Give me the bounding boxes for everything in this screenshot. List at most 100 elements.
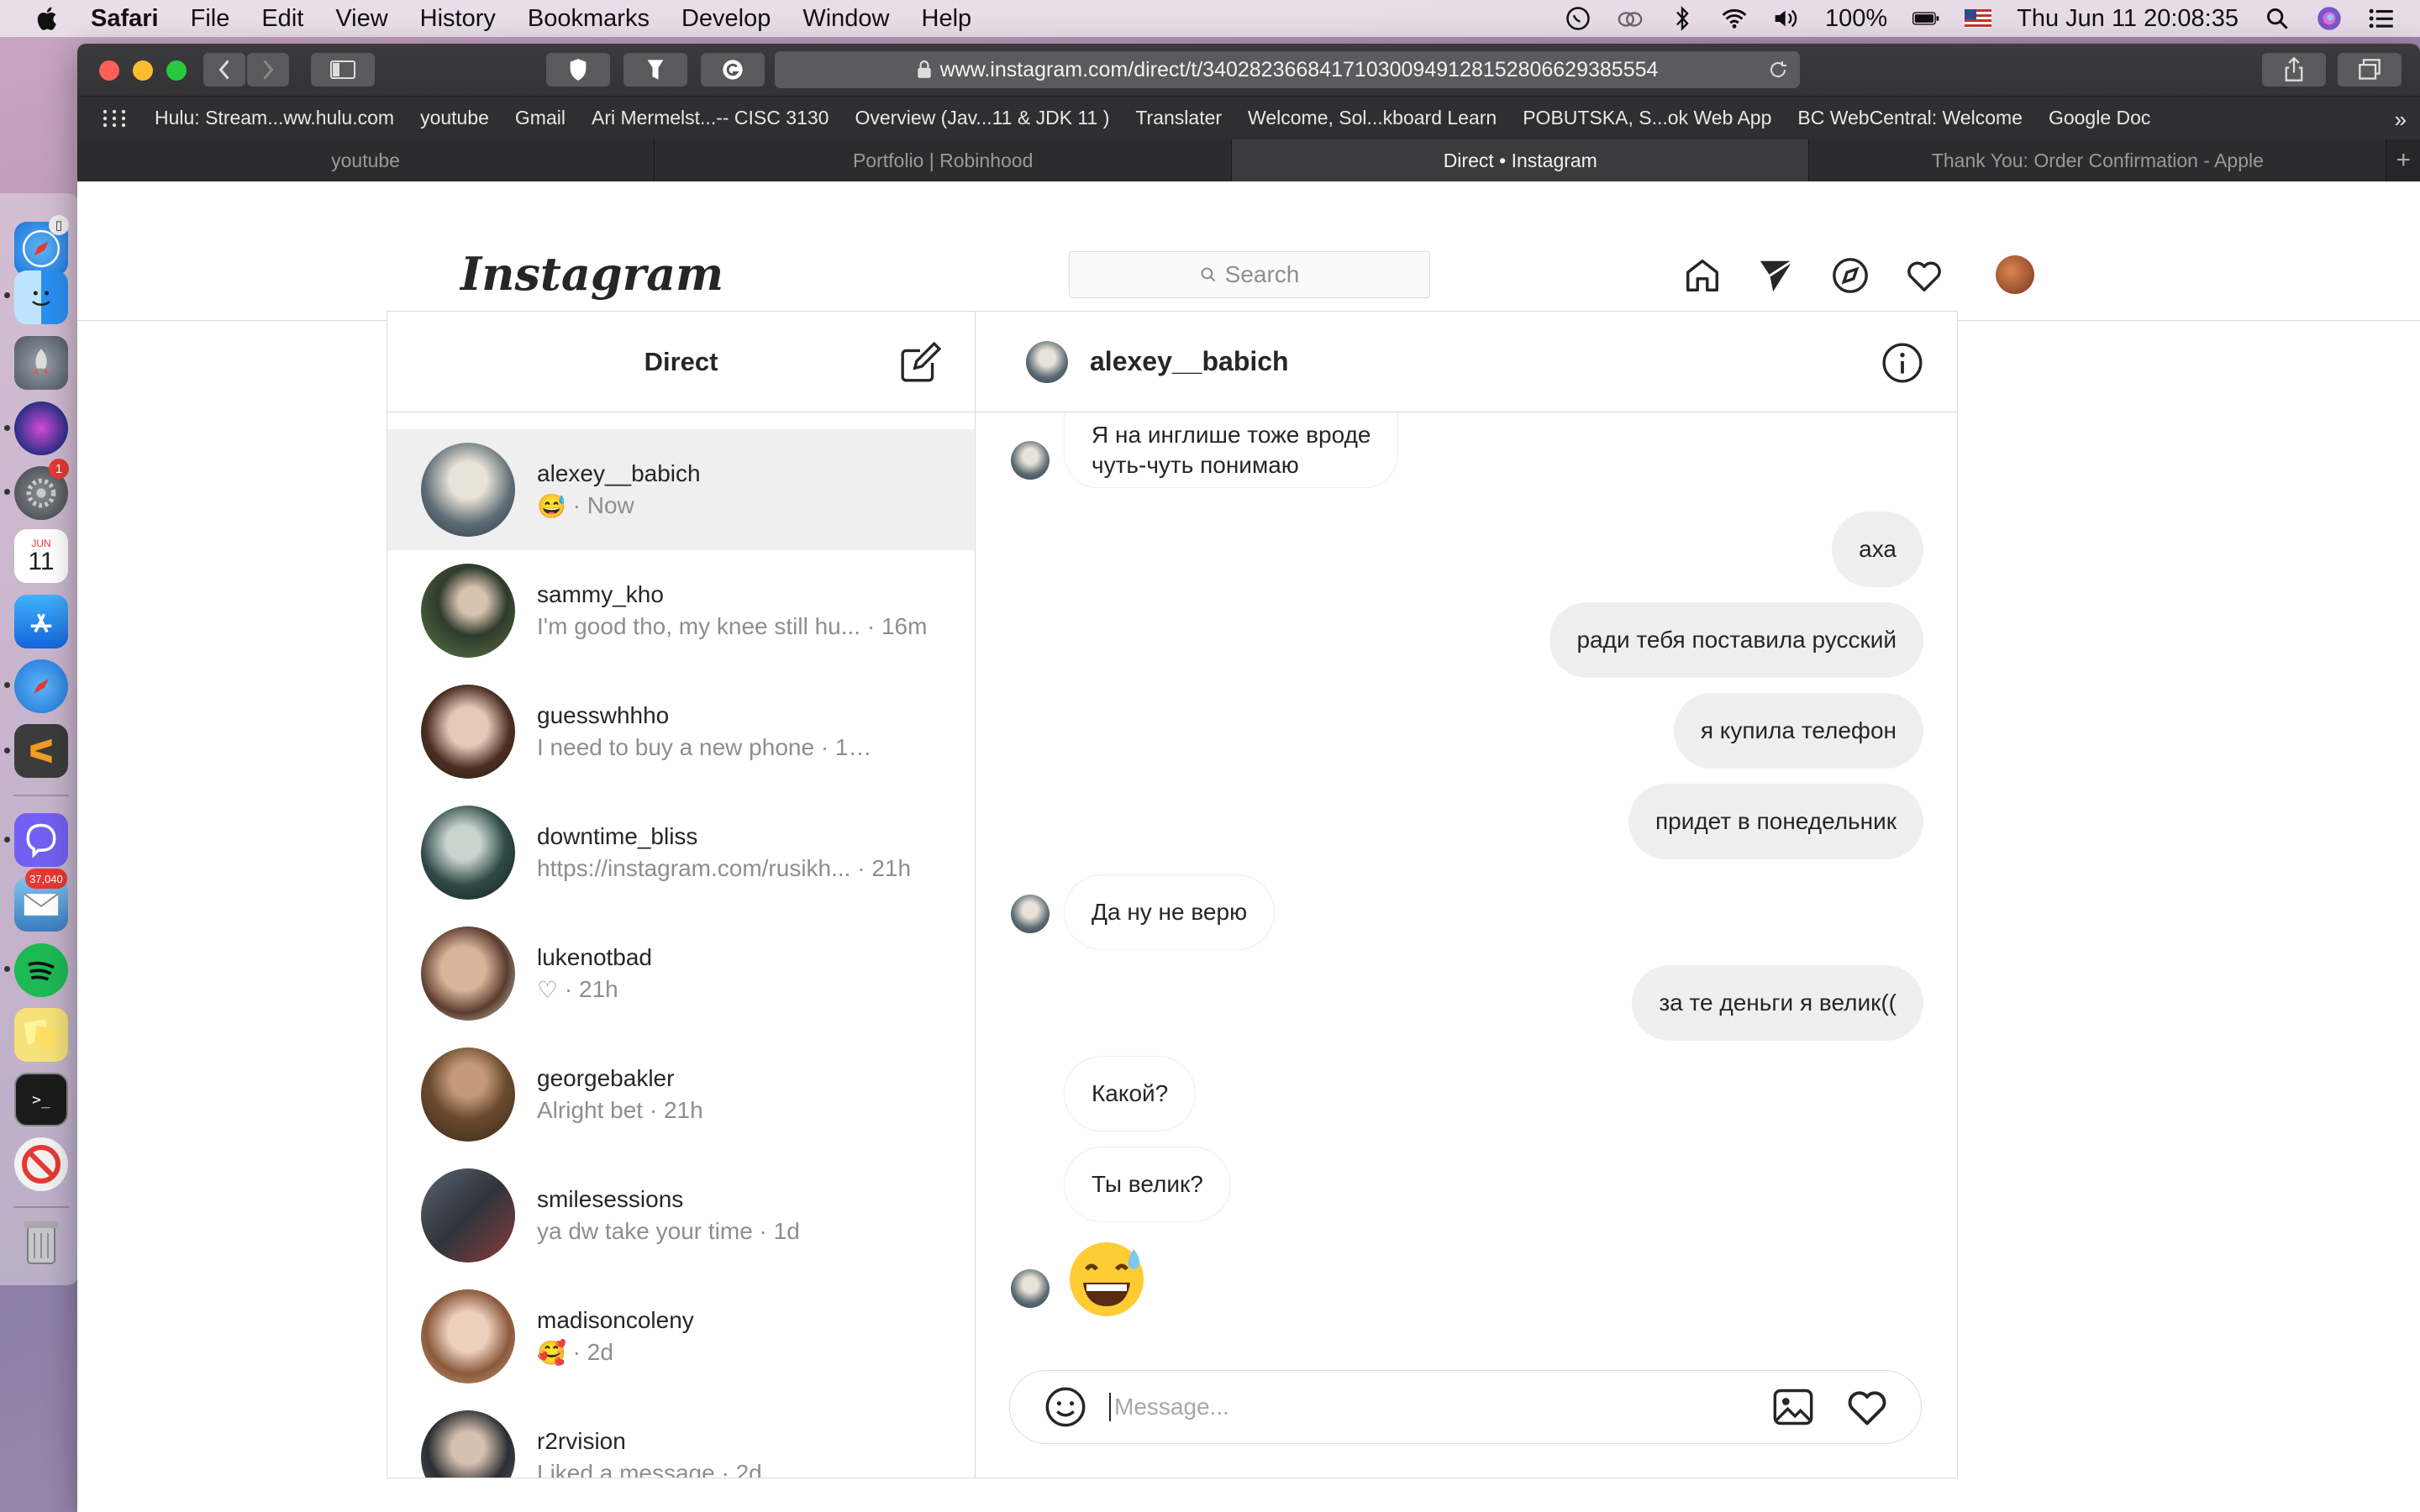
bookmark-hulu[interactable]: Hulu: Stream...ww.hulu.com <box>155 107 394 129</box>
emoji-picker-icon[interactable] <box>1044 1385 1087 1429</box>
thread-item[interactable]: georgebakler Alright bet · 21h <box>387 1034 975 1155</box>
back-button[interactable] <box>203 53 245 87</box>
bookmark-translater[interactable]: Translater <box>1135 107 1222 129</box>
message-bubble-received[interactable]: Какой? <box>1064 1056 1197 1131</box>
volume-icon[interactable] <box>1773 6 1800 31</box>
safari-compass-dock-icon[interactable] <box>14 659 68 713</box>
thread-item[interactable]: guesswhhho I need to buy a new phone · 1… <box>387 671 975 792</box>
terminal-dock-icon[interactable]: >_ <box>14 1073 68 1126</box>
sender-avatar <box>1011 441 1050 480</box>
menu-bookmarks[interactable]: Bookmarks <box>528 5 650 33</box>
creative-cloud-icon[interactable] <box>1617 6 1644 31</box>
bookmark-gmail[interactable]: Gmail <box>515 107 566 129</box>
launchpad-dock-icon[interactable] <box>14 336 68 390</box>
message-bubble-sent[interactable]: ради тебя поставила русский <box>1549 602 1923 678</box>
extension-grammarly-button[interactable] <box>701 53 765 87</box>
thread-time: · Now <box>572 492 634 518</box>
message-bubble-received[interactable]: Я на инглише тоже вроде чуть-чуть понима… <box>1064 412 1399 488</box>
no-entry-dock-icon[interactable] <box>14 1137 68 1191</box>
message-bubble-received[interactable]: Ты велик? <box>1064 1147 1231 1222</box>
bookmarks-overflow-chevron-icon[interactable]: » <box>2395 107 2407 133</box>
menu-help[interactable]: Help <box>922 5 972 33</box>
chat-username[interactable]: alexey__babich <box>1090 346 1289 377</box>
bookmark-cisc3130[interactable]: Ari Mermelst...-- CISC 3130 <box>592 107 829 129</box>
explore-compass-icon[interactable] <box>1830 255 1870 296</box>
spotlight-search-icon[interactable] <box>2264 6 2291 31</box>
thread-item[interactable]: r2rvision Liked a message · 2d <box>387 1397 975 1478</box>
sidebar-toggle-button[interactable] <box>311 53 375 87</box>
image-upload-icon[interactable] <box>1771 1385 1815 1429</box>
new-tab-plus-icon[interactable]: + <box>2386 139 2420 181</box>
reload-icon[interactable] <box>1768 60 1788 80</box>
close-window-button[interactable] <box>99 60 119 81</box>
share-button[interactable] <box>2262 53 2326 87</box>
menu-app-safari[interactable]: Safari <box>91 5 159 33</box>
tab-instagram-direct[interactable]: Direct • Instagram <box>1232 139 1810 181</box>
thread-item[interactable]: sammy_kho I'm good tho, my knee still hu… <box>387 550 975 671</box>
menu-edit[interactable]: Edit <box>261 5 303 33</box>
chat-avatar[interactable] <box>1026 340 1068 383</box>
search-input[interactable]: Search <box>1069 251 1430 298</box>
tab-apple-order[interactable]: Thank You: Order Confirmation - Apple <box>1809 139 2387 181</box>
trash-dock-icon[interactable] <box>14 1216 68 1270</box>
zoom-window-button[interactable] <box>166 60 187 81</box>
thread-item[interactable]: alexey__babich 😅 · Now <box>387 429 975 550</box>
bluetooth-icon[interactable] <box>1669 6 1696 31</box>
profile-avatar[interactable] <box>1996 255 2034 294</box>
tab-overview-button[interactable] <box>2338 53 2402 87</box>
message-bubble-sent[interactable]: аха <box>1832 512 1923 587</box>
thread-item[interactable]: smilesessions ya dw take your time · 1d <box>387 1155 975 1276</box>
apple-icon[interactable] <box>34 4 62 33</box>
menu-history[interactable]: History <box>420 5 496 33</box>
home-icon[interactable] <box>1682 255 1723 296</box>
spotify-dock-icon[interactable] <box>14 943 68 997</box>
menu-develop[interactable]: Develop <box>681 5 771 33</box>
siri-icon[interactable] <box>2316 6 2343 31</box>
menu-window[interactable]: Window <box>802 5 889 33</box>
bookmark-outlook[interactable]: POBUTSKA, S...ok Web App <box>1523 107 1771 129</box>
like-heart-icon[interactable] <box>1845 1385 1889 1429</box>
bookmark-youtube[interactable]: youtube <box>420 107 489 129</box>
menu-file[interactable]: File <box>191 5 230 33</box>
thread-item[interactable]: madisoncoleny 🥰 · 2d <box>387 1276 975 1397</box>
new-message-button[interactable] <box>899 342 941 384</box>
thread-item[interactable]: lukenotbad ♡ · 21h <box>387 913 975 1034</box>
app-store-dock-icon[interactable] <box>14 595 68 648</box>
message-bubble-received[interactable]: Да ну не верю <box>1064 874 1276 950</box>
activity-heart-icon[interactable] <box>1904 255 1944 296</box>
siri-dock-icon[interactable] <box>14 402 68 455</box>
viber-dock-icon[interactable] <box>14 813 68 867</box>
clock[interactable]: Thu Jun 11 20:08:35 <box>2017 5 2238 33</box>
tab-youtube[interactable]: youtube <box>77 139 655 181</box>
calendar-dock-icon[interactable]: JUN 11 <box>14 529 68 583</box>
message-bubble-sent[interactable]: придет в понедельник <box>1628 784 1923 859</box>
message-bubble-sent[interactable]: я купила телефон <box>1673 693 1923 769</box>
notification-center-icon[interactable] <box>2368 6 2395 31</box>
extension-shield-button[interactable] <box>546 53 610 87</box>
bookmark-jdk11[interactable]: Overview (Jav...11 & JDK 11 ) <box>855 107 1109 129</box>
input-source-flag-icon[interactable] <box>1965 9 1992 28</box>
menu-view[interactable]: View <box>335 5 387 33</box>
battery-icon[interactable] <box>1912 6 1939 31</box>
minimize-window-button[interactable] <box>133 60 153 81</box>
message-bubble-sent[interactable]: за те деньги я велик(( <box>1632 965 1923 1041</box>
extension-marker-button[interactable] <box>623 53 687 87</box>
bookmark-google-doc[interactable]: Google Doc <box>2049 107 2150 129</box>
grinning-sweat-emoji-icon[interactable] <box>1066 1239 1147 1320</box>
sublime-text-dock-icon[interactable] <box>14 724 68 778</box>
tab-robinhood[interactable]: Portfolio | Robinhood <box>655 139 1233 181</box>
bookmark-bc-webcentral[interactable]: BC WebCentral: Welcome <box>1797 107 2023 129</box>
finder-dock-icon[interactable] <box>14 270 68 324</box>
wifi-icon[interactable] <box>1721 6 1748 31</box>
message-input[interactable]: Message... <box>1109 1393 1771 1421</box>
address-bar[interactable]: www.instagram.com/direct/t/3402823668417… <box>775 51 1800 88</box>
direct-send-icon[interactable] <box>1756 255 1797 296</box>
forward-button[interactable] <box>247 53 289 87</box>
instagram-logo[interactable]: Instagram <box>460 247 723 301</box>
info-icon[interactable] <box>1881 342 1923 384</box>
viber-status-icon[interactable] <box>1565 6 1591 31</box>
bookmarks-grid-icon[interactable] <box>103 109 126 128</box>
bookmark-blackboard[interactable]: Welcome, Sol...kboard Learn <box>1248 107 1497 129</box>
thread-item[interactable]: downtime_bliss https://instagram.com/rus… <box>387 792 975 913</box>
stickies-dock-icon[interactable] <box>14 1008 68 1062</box>
